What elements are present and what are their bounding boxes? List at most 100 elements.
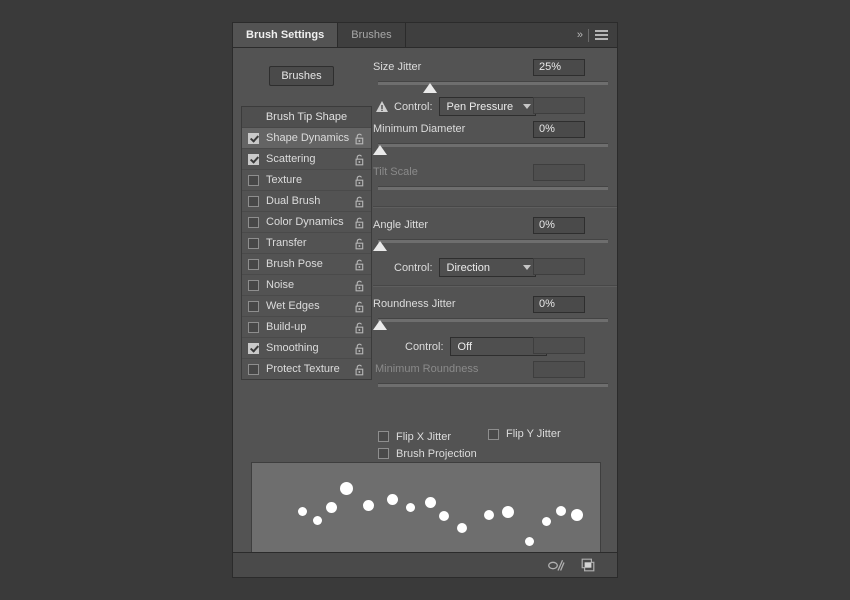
checkbox-texture[interactable] xyxy=(248,175,259,186)
collapse-chevrons-icon[interactable]: » xyxy=(577,29,582,41)
size-jitter-extra-value[interactable] xyxy=(533,97,585,114)
roundness-jitter-value[interactable]: 0% xyxy=(533,296,585,313)
angle-jitter-value[interactable]: 0% xyxy=(533,217,585,234)
sidebar-item-noise[interactable]: Noise xyxy=(242,275,371,296)
checkbox-brush-pose[interactable] xyxy=(248,259,259,270)
slider-track xyxy=(378,81,608,85)
chevron-down-icon xyxy=(523,265,531,270)
minimum-diameter-value[interactable]: 0% xyxy=(533,121,585,138)
lock-icon[interactable] xyxy=(354,132,365,144)
flip-y-jitter-row[interactable]: Flip Y Jitter xyxy=(488,428,561,440)
minimum-roundness-value xyxy=(533,361,585,378)
slider-thumb[interactable] xyxy=(373,320,387,330)
sidebar-item-transfer[interactable]: Transfer xyxy=(242,233,371,254)
brushes-button[interactable]: Brushes xyxy=(269,66,334,86)
chevron-down-icon xyxy=(523,104,531,109)
slider-thumb[interactable] xyxy=(373,145,387,155)
checkbox-protect-texture[interactable] xyxy=(248,364,259,375)
tab-brushes[interactable]: Brushes xyxy=(338,23,405,47)
roundness-jitter-extra-value[interactable] xyxy=(533,337,585,354)
sidebar-item-shape-dynamics[interactable]: Shape Dynamics xyxy=(242,128,371,149)
slider-track xyxy=(378,318,608,322)
checkbox-scattering[interactable] xyxy=(248,154,259,165)
tab-bar-spacer xyxy=(406,23,573,47)
roundness-jitter-control-select[interactable]: Off xyxy=(450,337,547,356)
control-label: Control: xyxy=(394,101,433,113)
sidebar-item-label: Brush Pose xyxy=(266,258,354,270)
size-jitter-value[interactable]: 25% xyxy=(533,59,585,76)
angle-jitter-label: Angle Jitter xyxy=(373,219,428,231)
lock-icon[interactable] xyxy=(354,237,365,249)
preview-dot xyxy=(600,523,601,533)
size-jitter-control-select[interactable]: Pen Pressure xyxy=(439,97,536,116)
checkbox-wet-edges[interactable] xyxy=(248,301,259,312)
angle-jitter-slider[interactable] xyxy=(373,237,617,253)
preview-dot xyxy=(425,497,436,508)
checkbox-dual-brush[interactable] xyxy=(248,196,259,207)
checkbox-smoothing[interactable] xyxy=(248,343,259,354)
angle-jitter-control-select[interactable]: Direction xyxy=(439,258,536,277)
lock-icon[interactable] xyxy=(354,195,365,207)
lock-icon[interactable] xyxy=(354,363,365,375)
roundness-jitter-slider[interactable] xyxy=(373,316,617,332)
minimum-diameter-slider[interactable] xyxy=(373,141,617,157)
sidebar-item-protect-texture[interactable]: Protect Texture xyxy=(242,359,371,379)
checkbox-noise[interactable] xyxy=(248,280,259,291)
sidebar-item-color-dynamics[interactable]: Color Dynamics xyxy=(242,212,371,233)
brush-settings-panel: Brush Settings Brushes » Brushes Brush T… xyxy=(232,22,618,578)
toggle-brush-settings-icon[interactable] xyxy=(547,558,565,572)
size-jitter-slider[interactable] xyxy=(373,79,617,95)
section-divider xyxy=(373,206,617,208)
checkbox-transfer[interactable] xyxy=(248,238,259,249)
panel-tab-tools: » xyxy=(573,23,617,47)
lock-icon[interactable] xyxy=(354,216,365,228)
panel-menu-icon[interactable] xyxy=(595,30,608,40)
tab-label: Brush Settings xyxy=(246,29,324,41)
lock-icon[interactable] xyxy=(354,174,365,186)
create-new-brush-icon[interactable] xyxy=(581,558,595,572)
tilt-scale-value xyxy=(533,164,585,181)
sidebar-item-label: Color Dynamics xyxy=(266,216,354,228)
flip-y-jitter-label: Flip Y Jitter xyxy=(506,428,561,440)
lock-icon[interactable] xyxy=(354,153,365,165)
preview-dot xyxy=(571,509,583,521)
sidebar-item-wet-edges[interactable]: Wet Edges xyxy=(242,296,371,317)
angle-jitter-extra-value[interactable] xyxy=(533,258,585,275)
minimum-diameter-label: Minimum Diameter xyxy=(373,123,465,135)
sidebar-item-brush-tip-shape[interactable]: Brush Tip Shape xyxy=(242,107,371,128)
select-value: Pen Pressure xyxy=(447,101,514,113)
preview-dot xyxy=(340,482,353,495)
sidebar-item-brush-pose[interactable]: Brush Pose xyxy=(242,254,371,275)
minimum-roundness-row: Minimum Roundness xyxy=(373,358,617,380)
sidebar-item-build-up[interactable]: Build-up xyxy=(242,317,371,338)
flip-x-jitter-row[interactable]: Flip X Jitter Flip Y Jitter xyxy=(378,428,608,445)
sidebar-item-label: Shape Dynamics xyxy=(266,132,354,144)
tab-brush-settings[interactable]: Brush Settings xyxy=(233,23,338,47)
checkbox-flip-y-jitter[interactable] xyxy=(488,429,499,440)
sidebar-item-texture[interactable]: Texture xyxy=(242,170,371,191)
panel-footer xyxy=(233,552,617,577)
sidebar-item-smoothing[interactable]: Smoothing xyxy=(242,338,371,359)
sidebar-item-dual-brush[interactable]: Dual Brush xyxy=(242,191,371,212)
checkbox-brush-projection[interactable] xyxy=(378,448,389,459)
sidebar-item-scattering[interactable]: Scattering xyxy=(242,149,371,170)
slider-thumb[interactable] xyxy=(423,83,437,93)
preview-dot xyxy=(439,511,449,521)
slider-thumb[interactable] xyxy=(373,241,387,251)
lock-icon[interactable] xyxy=(354,342,365,354)
slider-track xyxy=(378,239,608,243)
flip-options-group: Flip X Jitter Flip Y Jitter Brush Projec… xyxy=(378,428,608,462)
sidebar-item-label: Build-up xyxy=(266,321,354,333)
lock-icon[interactable] xyxy=(354,300,365,312)
lock-icon[interactable] xyxy=(354,321,365,333)
section-size-jitter: Size Jitter 25% Control: Pen Pressure xyxy=(373,56,617,200)
checkbox-shape-dynamics[interactable] xyxy=(248,133,259,144)
checkbox-color-dynamics[interactable] xyxy=(248,217,259,228)
sidebar-item-label: Scattering xyxy=(266,153,354,165)
lock-icon[interactable] xyxy=(354,279,365,291)
control-label: Control: xyxy=(394,262,433,274)
checkbox-flip-x-jitter[interactable] xyxy=(378,431,389,442)
lock-icon[interactable] xyxy=(354,258,365,270)
brush-projection-row[interactable]: Brush Projection xyxy=(378,445,608,462)
checkbox-build-up[interactable] xyxy=(248,322,259,333)
